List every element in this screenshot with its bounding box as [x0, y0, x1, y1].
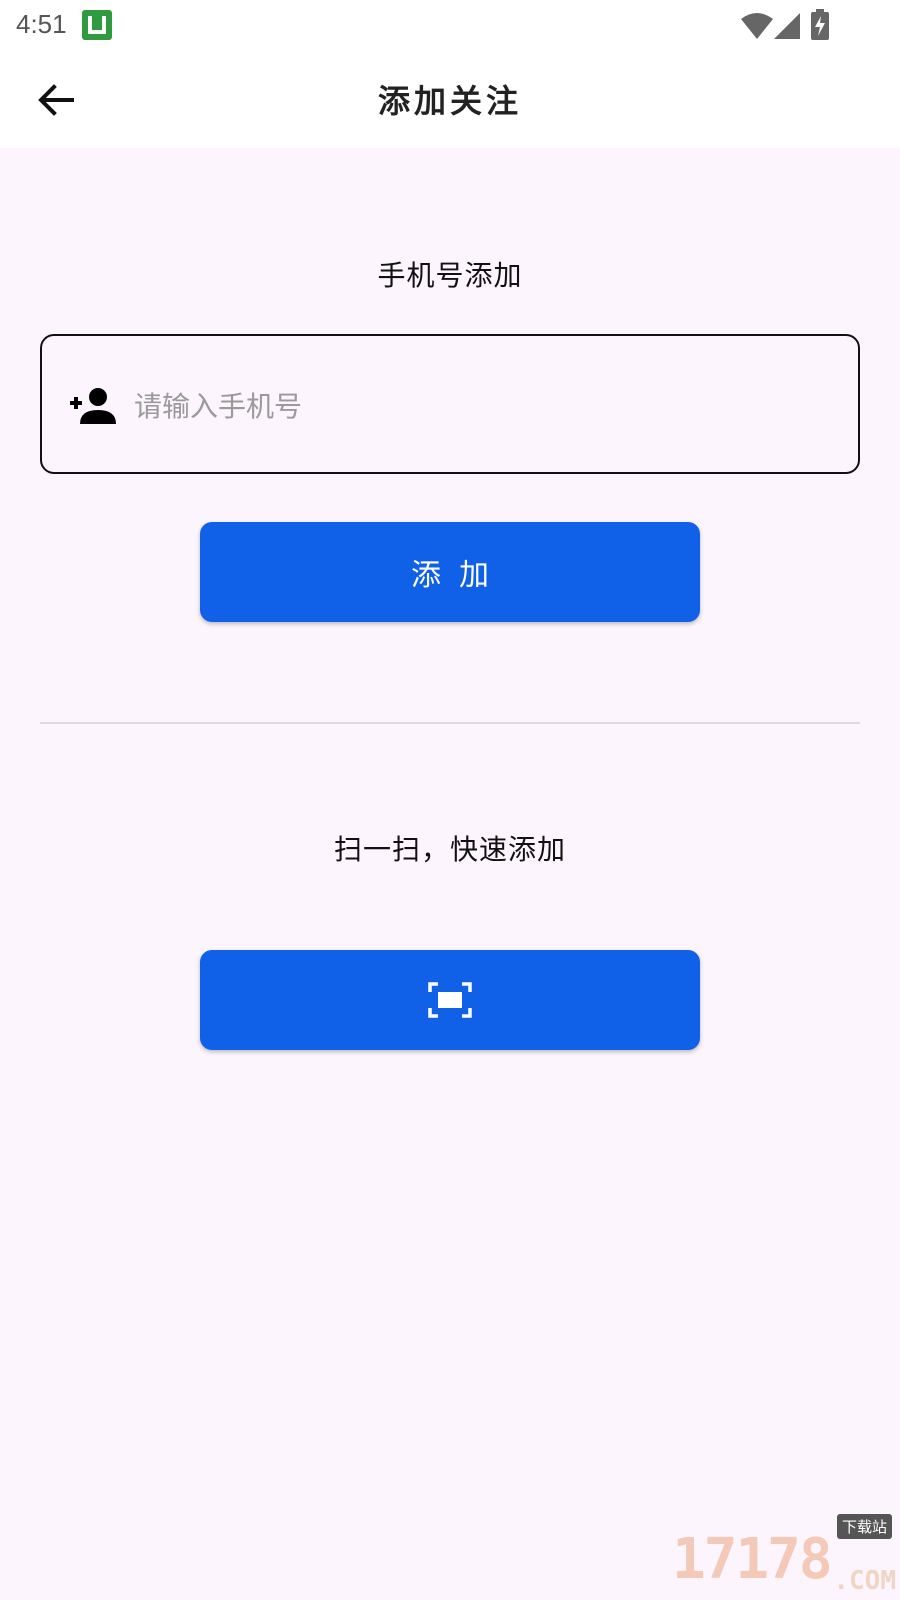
phone-input-field[interactable]: [40, 334, 860, 474]
battery-charging-icon: [811, 9, 829, 40]
watermark-logo: 17178 下载站 .COM: [670, 1510, 900, 1600]
scan-button[interactable]: [200, 950, 700, 1050]
watermark-suffix: .COM: [833, 1566, 896, 1596]
watermark-tag: 下载站: [836, 1514, 892, 1539]
phone-add-section-title: 手机号添加: [377, 259, 523, 292]
status-indicators: [740, 9, 860, 41]
scan-frame-icon: [428, 982, 472, 1018]
person-add-icon: [70, 388, 116, 424]
signal-icon: [774, 13, 800, 39]
wifi-icon: [741, 13, 773, 39]
status-bar: 4:51: [0, 0, 900, 50]
scan-section-title: 扫一扫，快速添加: [333, 833, 566, 866]
app-notification-icon: [82, 10, 112, 40]
status-time: 4:51: [16, 9, 67, 39]
add-button[interactable]: 添加: [200, 522, 700, 622]
watermark-number: 17178: [672, 1527, 833, 1592]
page-title: 添加关注: [377, 82, 522, 120]
section-divider: [40, 722, 860, 724]
phone-input[interactable]: [134, 366, 834, 446]
title-bar: 添加关注: [0, 50, 900, 148]
